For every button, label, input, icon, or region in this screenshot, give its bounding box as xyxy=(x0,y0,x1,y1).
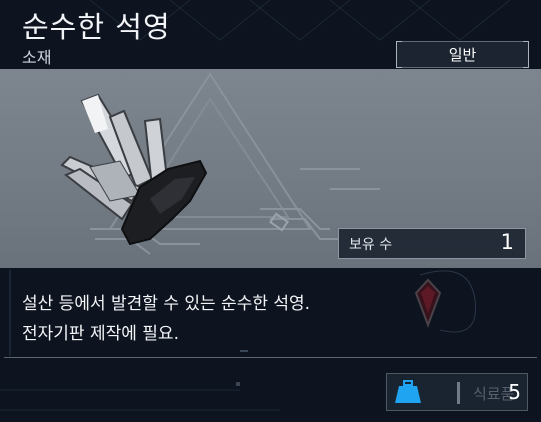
item-name: 순수한 석영 xyxy=(22,10,171,44)
description-line: 전자기판 제작에 필요. xyxy=(22,324,179,344)
rarity-badge: 일반 xyxy=(396,41,529,68)
weight-bag-icon xyxy=(389,376,427,408)
item-description: 설산 등에서 발견할 수 있는 순수한 석영. 전자기판 제작에 필요. xyxy=(22,289,392,349)
bag-separator xyxy=(457,382,460,404)
bag-weight-indicator[interactable]: 식료품 5 xyxy=(386,373,528,411)
description-line: 설산 등에서 발견할 수 있는 순수한 석영. xyxy=(22,294,311,314)
owned-count-box: 보유 수 1 xyxy=(338,228,526,259)
owned-label: 보유 수 xyxy=(349,237,393,253)
item-category: 소재 xyxy=(22,48,52,67)
owned-count: 1 xyxy=(500,230,514,254)
divider xyxy=(4,357,537,358)
rarity-label: 일반 xyxy=(448,46,477,64)
bag-count: 5 xyxy=(508,380,521,404)
quartz-crystal-icon xyxy=(60,93,208,246)
pendant-decoration xyxy=(414,278,442,328)
